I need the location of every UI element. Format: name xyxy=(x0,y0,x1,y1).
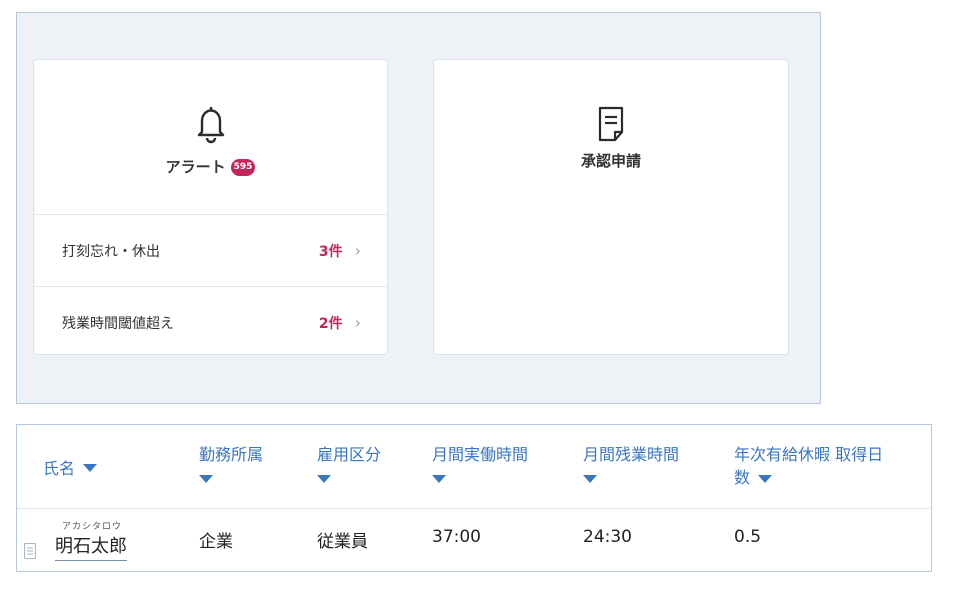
cell-work-hours: 37:00 xyxy=(432,527,481,547)
sort-caret-icon xyxy=(583,475,597,483)
chevron-right-icon: › xyxy=(354,241,361,260)
alert-row-label: 打刻忘れ・休出 xyxy=(62,243,160,260)
employee-name-link[interactable]: アカシタロウ 明石太郎 xyxy=(55,519,127,561)
sort-caret-icon xyxy=(83,464,98,472)
column-header-label: 雇用区分 xyxy=(317,445,382,464)
approval-card[interactable]: 承認申請 xyxy=(433,59,789,355)
cell-paid-leave-days: 0.5 xyxy=(734,527,762,547)
cell-overtime: 24:30 xyxy=(583,527,632,547)
column-header-employment[interactable]: 雇用区分 xyxy=(317,443,381,483)
alert-count-badge: 595 xyxy=(230,159,256,176)
approval-card-title: 承認申請 xyxy=(580,152,641,170)
column-header-paid-leave[interactable]: 年次有給休暇 取得日 数 xyxy=(734,443,924,489)
sort-caret-icon xyxy=(199,475,213,483)
table-row: アカシタロウ 明石太郎 企業 従業員 37:00 24:30 0.5 xyxy=(17,509,931,569)
table-header: 氏名 勤務所属 雇用区分 月間実働時間 月間残業時間 年次有給休暇 取得日 数 xyxy=(17,425,931,509)
alert-row-label: 残業時間閾値超え xyxy=(62,315,174,332)
column-header-overtime[interactable]: 月間残業時間 xyxy=(583,443,679,483)
alert-row-missed-punch[interactable]: 打刻忘れ・休出 3件 › xyxy=(34,214,387,286)
alert-row-overtime-threshold[interactable]: 残業時間閾値超え 2件 › xyxy=(34,286,387,358)
column-header-label: 年次有給休暇 取得日 xyxy=(734,445,884,464)
approval-card-header: 承認申請 xyxy=(434,60,788,215)
approval-title-row: 承認申請 xyxy=(434,150,788,171)
column-header-label: 月間残業時間 xyxy=(583,445,680,464)
cell-office: 企業 xyxy=(199,532,233,552)
document-icon[interactable] xyxy=(24,543,36,559)
column-header-work-hours[interactable]: 月間実働時間 xyxy=(432,443,528,483)
cell-employment: 従業員 xyxy=(317,532,368,552)
alert-title-row: アラート 595 xyxy=(34,156,387,177)
column-header-name[interactable]: 氏名 xyxy=(43,457,98,480)
employee-table: 氏名 勤務所属 雇用区分 月間実働時間 月間残業時間 年次有給休暇 取得日 数 xyxy=(16,424,932,572)
column-header-label: 勤務所属 xyxy=(199,445,264,464)
column-header-label: 氏名 xyxy=(43,459,76,478)
sort-caret-icon xyxy=(758,474,773,483)
document-icon xyxy=(598,106,624,142)
employee-name: 明石太郎 xyxy=(55,532,127,561)
column-header-office[interactable]: 勤務所属 xyxy=(199,443,263,483)
sort-caret-icon xyxy=(317,475,331,483)
chevron-right-icon: › xyxy=(354,313,361,332)
bell-icon xyxy=(197,107,224,144)
employee-furigana: アカシタロウ xyxy=(61,522,122,532)
alert-card-header[interactable]: アラート 595 xyxy=(34,60,387,215)
alert-row-count: 2件 xyxy=(318,315,343,332)
sort-caret-icon xyxy=(432,475,446,483)
column-header-label: 月間実働時間 xyxy=(432,445,529,464)
alert-card-title: アラート xyxy=(165,158,226,176)
alert-row-count: 3件 xyxy=(318,243,343,260)
alert-card: アラート 595 打刻忘れ・休出 3件 › 残業時間閾値超え 2件 › xyxy=(33,59,388,355)
column-header-label: 数 xyxy=(734,468,751,487)
dashboard-panel: アラート 595 打刻忘れ・休出 3件 › 残業時間閾値超え 2件 › 承認申請 xyxy=(16,12,821,404)
